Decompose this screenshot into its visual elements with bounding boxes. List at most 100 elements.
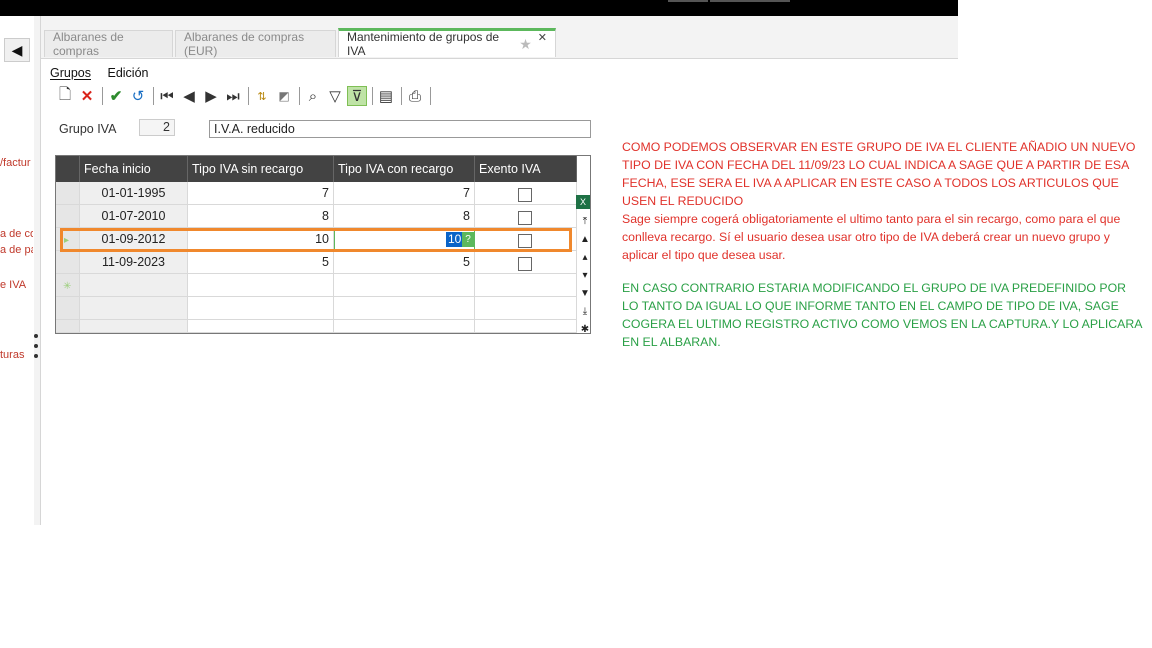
tab-albaranes-compras-eur[interactable]: Albaranes de compras (EUR)	[175, 30, 336, 58]
panel-splitter[interactable]	[34, 16, 41, 525]
cell-empty[interactable]	[334, 274, 475, 297]
col-fecha-inicio[interactable]: Fecha inicio	[80, 156, 188, 182]
row-selector[interactable]	[56, 205, 80, 228]
first-record-icon[interactable]: ⏮	[157, 86, 177, 106]
cell-fecha[interactable]: 01-07-2010	[80, 205, 188, 228]
toolbar-separator	[153, 87, 154, 105]
tab-albaranes-compras[interactable]: Albaranes de compras	[44, 30, 173, 58]
grid-nav-sidebar: ⤒ ▲ ▴ ▾ ▼ ⤓ ✱	[577, 213, 593, 376]
cell-con-recargo-editing[interactable]: 10 ?	[334, 228, 475, 251]
cell-empty	[188, 297, 334, 320]
col-exento-iva[interactable]: Exento IVA	[475, 156, 577, 182]
toolbar-separator	[248, 87, 249, 105]
exento-checkbox[interactable]	[518, 234, 532, 248]
exento-checkbox[interactable]	[518, 257, 532, 271]
print-icon[interactable]: ⎙	[405, 86, 425, 106]
col-tipo-con-recargo[interactable]: Tipo IVA con recargo	[334, 156, 475, 182]
cell-sin-recargo[interactable]: 5	[188, 251, 334, 274]
close-tab-icon[interactable]: ✕	[538, 31, 547, 44]
iva-grid: Fecha inicio Tipo IVA sin recargo Tipo I…	[55, 155, 591, 334]
scroll-top-icon[interactable]: ⤒	[583, 213, 587, 231]
main-area: Albaranes de compras Albaranes de compra…	[41, 16, 958, 525]
cell-sin-recargo[interactable]: 10	[188, 228, 334, 251]
new-row-icon[interactable]: ✱	[581, 321, 589, 339]
scroll-down-icon[interactable]: ▼	[580, 285, 590, 303]
annotation-red: COMO PODEMOS OBSERVAR EN ESTE GRUPO DE I…	[622, 138, 1142, 264]
col-tipo-sin-recargo[interactable]: Tipo IVA sin recargo	[188, 156, 334, 182]
next-record-icon[interactable]: ▶	[201, 86, 221, 106]
delete-icon[interactable]: ✕	[77, 86, 97, 106]
toolbar-separator	[372, 87, 373, 105]
row-selector[interactable]	[56, 251, 80, 274]
cell-empty	[334, 297, 475, 320]
left-link-5[interactable]: turas	[0, 349, 33, 361]
move-up-icon[interactable]: ▴	[582, 249, 587, 267]
toolbar-separator	[299, 87, 300, 105]
menu-bar: Grupos Edición	[50, 66, 161, 80]
left-link-1[interactable]: /factur	[0, 157, 33, 169]
grid-corner	[56, 156, 80, 182]
grid-view-icon[interactable]: ▤	[376, 86, 396, 106]
annotation-red-2: Sage siempre cogerá obligatoriamente el …	[622, 212, 1121, 262]
tab-label: Mantenimiento de grupos de IVA	[347, 30, 500, 58]
tab-bar: Albaranes de compras Albaranes de compra…	[41, 16, 958, 59]
export-excel-icon[interactable]: X	[576, 195, 590, 209]
tab-mantenimiento-grupos-iva[interactable]: Mantenimiento de grupos de IVA ★ ✕	[338, 28, 556, 58]
row-selector	[56, 320, 80, 333]
tab-label: Albaranes de compras (EUR)	[184, 30, 305, 58]
splitter-handle-icon[interactable]	[33, 334, 39, 358]
menu-edicion[interactable]: Edición	[107, 66, 148, 80]
new-row-icon: ✳	[63, 281, 72, 292]
toolbar-separator	[102, 87, 103, 105]
cell-con-recargo[interactable]: 8	[334, 205, 475, 228]
cell-fecha[interactable]: 01-01-1995	[80, 182, 188, 205]
undo-icon[interactable]: ↺	[128, 86, 148, 106]
grupo-iva-name-field[interactable]: I.V.A. reducido	[209, 120, 591, 138]
cell-edit-value[interactable]: 10	[446, 232, 464, 247]
filter-icon[interactable]: ▽	[325, 86, 345, 106]
toolbar-separator	[401, 87, 402, 105]
previous-record-icon[interactable]: ◀	[179, 86, 199, 106]
cell-sin-recargo[interactable]: 8	[188, 205, 334, 228]
scroll-bottom-icon[interactable]: ⤓	[583, 303, 587, 321]
cell-empty	[334, 320, 475, 333]
cell-con-recargo[interactable]: 5	[334, 251, 475, 274]
top-bar	[0, 0, 958, 16]
last-record-icon[interactable]: ⏭	[223, 86, 243, 106]
star-icon[interactable]: ★	[519, 36, 532, 53]
move-down-icon[interactable]: ▾	[582, 267, 587, 285]
cell-sin-recargo[interactable]: 7	[188, 182, 334, 205]
new-document-icon[interactable]: 🗋	[55, 86, 75, 106]
cell-con-recargo[interactable]: 7	[334, 182, 475, 205]
grupo-iva-number[interactable]: 2	[139, 119, 175, 136]
clear-filter-icon[interactable]: ⊽	[347, 86, 367, 106]
cell-empty[interactable]	[475, 274, 577, 297]
cell-empty	[188, 320, 334, 333]
search-icon[interactable]: ⌕	[303, 86, 323, 106]
left-link-4[interactable]: e IVA	[0, 279, 33, 291]
exento-checkbox[interactable]	[518, 211, 532, 225]
cell-empty[interactable]	[188, 274, 334, 297]
exento-checkbox[interactable]	[518, 188, 532, 202]
row-selector	[56, 297, 80, 320]
scroll-up-icon[interactable]: ▲	[580, 231, 590, 249]
cell-empty	[80, 320, 188, 333]
cell-fecha-empty[interactable]	[80, 274, 188, 297]
accept-icon[interactable]: ✔	[106, 86, 126, 106]
new-row-selector[interactable]: ✳	[56, 274, 80, 297]
top-bar-segment	[668, 0, 708, 2]
cell-fecha[interactable]: 01-09-2012	[80, 228, 188, 251]
left-link-3[interactable]: a de pa	[0, 244, 33, 256]
row-selector-active[interactable]: ▸	[56, 228, 80, 251]
annotation-red-1: COMO PODEMOS OBSERVAR EN ESTE GRUPO DE I…	[622, 140, 1136, 208]
annotation-green: EN CASO CONTRARIO ESTARIA MODIFICANDO EL…	[622, 281, 1142, 349]
sort-icon[interactable]: ⇅	[252, 86, 272, 106]
collapse-left-icon[interactable]: ◀	[4, 38, 30, 62]
menu-grupos[interactable]: Grupos	[50, 66, 91, 80]
cell-fecha[interactable]: 11-09-2023	[80, 251, 188, 274]
filter-sort-icon[interactable]: ◩	[274, 86, 294, 106]
grupo-iva-label: Grupo IVA	[59, 122, 117, 136]
left-link-2[interactable]: a de co	[0, 228, 33, 240]
help-lookup-icon[interactable]: ?	[462, 232, 474, 247]
row-selector[interactable]	[56, 182, 80, 205]
